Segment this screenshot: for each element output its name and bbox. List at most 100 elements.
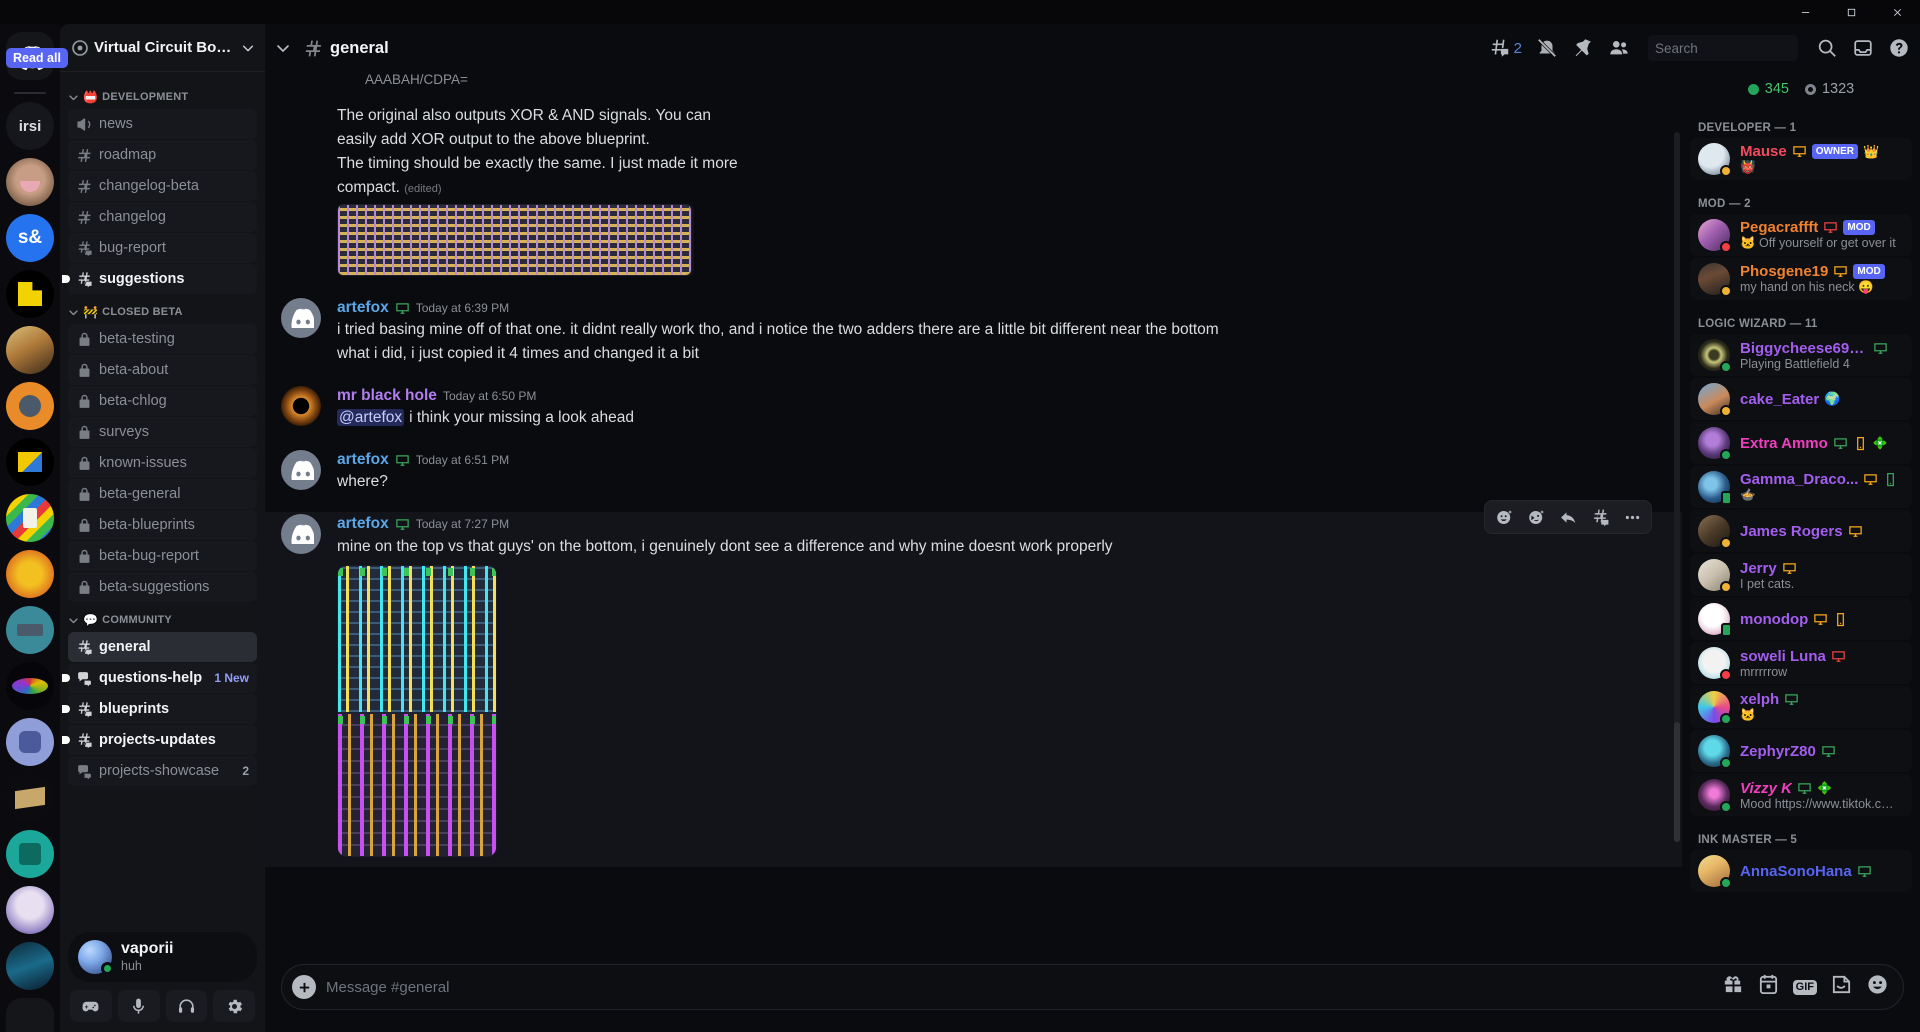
avatar[interactable] — [1698, 855, 1732, 889]
search-input[interactable]: Search — [1648, 35, 1798, 61]
member-row-Pegacraffft[interactable]: Pegacraffft MOD 🐱 Off yourself or get over… — [1690, 214, 1912, 256]
mention[interactable]: @artefox — [337, 409, 405, 427]
message-scrollbar[interactable] — [1674, 132, 1680, 842]
sticker-button[interactable] — [1830, 973, 1853, 1001]
sidebar-channel-beta-bug-report[interactable]: beta-bug-report — [68, 541, 257, 571]
message[interactable]: artefox Today at 6:51 PM where? — [265, 448, 1682, 496]
avatar[interactable] — [1698, 603, 1732, 637]
sidebar-channel-beta-general[interactable]: beta-general — [68, 479, 257, 509]
server-icon-python[interactable] — [6, 718, 54, 766]
user-settings-button[interactable] — [213, 990, 255, 1022]
apps-button[interactable] — [1757, 973, 1780, 1001]
avatar[interactable] — [1698, 263, 1732, 297]
attach-button[interactable] — [292, 975, 316, 999]
member-row-Jerry[interactable]: Jerry I pet cats. — [1690, 554, 1912, 596]
server-icon-smiling-face[interactable] — [6, 158, 54, 206]
chevron-down-icon[interactable] — [241, 41, 255, 55]
collapse-sidebar-chevron-icon[interactable] — [275, 40, 291, 56]
message[interactable]: mr black hole Today at 6:50 PM @artefox i t… — [265, 384, 1682, 432]
add-reaction-button[interactable] — [1489, 502, 1519, 532]
inbox-button[interactable] — [1852, 37, 1874, 59]
current-user-row[interactable]: vaporii huh — [68, 932, 257, 982]
sidebar-channel-beta-about[interactable]: beta-about — [68, 355, 257, 385]
sidebar-channel-known-issues[interactable]: known-issues — [68, 448, 257, 478]
message-author[interactable]: artefox — [337, 298, 389, 318]
sidebar-channel-changelog[interactable]: changelog — [68, 202, 257, 232]
server-icon-irsi[interactable]: irsi — [6, 102, 54, 150]
member-row-VizzyK[interactable]: Vizzy K 💠 Mood https://www.tiktok.com... — [1690, 774, 1912, 816]
sidebar-channel-beta-chlog[interactable]: beta-chlog — [68, 386, 257, 416]
channel-category-community[interactable]: 💬 COMMUNITY — [60, 603, 265, 631]
server-icon-s-and[interactable]: s& — [6, 214, 54, 262]
channel-category-development[interactable]: 📛 DEVELOPMENT — [60, 80, 265, 108]
avatar[interactable] — [1698, 735, 1732, 769]
sidebar-channel-changelog-beta[interactable]: changelog-beta — [68, 171, 257, 201]
member-row-JamesRogers[interactable]: James Rogers — [1690, 510, 1912, 552]
message-author[interactable]: artefox — [337, 450, 389, 470]
avatar[interactable] — [281, 514, 321, 555]
message-input[interactable]: Message #general — [326, 979, 1711, 996]
message-author[interactable]: mr black hole — [337, 386, 437, 406]
scrollbar-thumb[interactable] — [1674, 722, 1680, 842]
deafen-button[interactable] — [165, 990, 208, 1022]
server-icon-cat[interactable] — [6, 382, 54, 430]
sidebar-channel-suggestions[interactable]: suggestions — [62, 264, 257, 294]
super-reaction-button[interactable] — [1521, 502, 1551, 532]
avatar[interactable] — [281, 386, 321, 427]
pinned-messages-button[interactable] — [1572, 37, 1594, 59]
member-list-toggle-button[interactable] — [1608, 37, 1630, 59]
member-row-Phosgene19[interactable]: Phosgene19 MOD my hand on his neck 😛 — [1690, 258, 1912, 300]
sidebar-channel-blueprints[interactable]: blueprints — [62, 694, 257, 724]
server-icon-torus[interactable] — [6, 662, 54, 710]
more-options-button[interactable] — [1617, 502, 1647, 532]
server-icon-wave[interactable] — [6, 942, 54, 990]
message[interactable]: artefox Today at 6:39 PM i tried basing mi… — [265, 296, 1682, 368]
member-row-Gamma_Draco[interactable]: Gamma_Draco... 🍲 — [1690, 466, 1912, 508]
create-thread-button[interactable] — [1585, 502, 1615, 532]
sidebar-channel-general[interactable]: general — [68, 632, 257, 662]
notification-settings-button[interactable] — [1536, 37, 1558, 59]
reply-button[interactable] — [1553, 502, 1583, 532]
read-all-badge[interactable]: Read all — [6, 48, 68, 68]
server-icon-gun[interactable] — [6, 606, 54, 654]
member-row-Mause[interactable]: Mause OWNER 👑 👹 — [1690, 138, 1912, 180]
avatar[interactable] — [1698, 647, 1732, 681]
member-row-soweliLuna[interactable]: soweli Luna mrrrrrow — [1690, 642, 1912, 684]
member-row-ExtraAmmo[interactable]: Extra Ammo 💠 — [1690, 422, 1912, 464]
member-row-monodop[interactable]: monodop — [1690, 598, 1912, 640]
attached-image-circuit-blueprint[interactable] — [337, 564, 497, 857]
avatar[interactable] — [1698, 219, 1732, 253]
sidebar-channel-projects-showcase[interactable]: projects-showcase 2 — [68, 756, 257, 786]
threads-button[interactable]: 2 — [1489, 37, 1522, 59]
help-button[interactable] — [1888, 37, 1910, 59]
avatar[interactable] — [1698, 339, 1732, 373]
avatar[interactable] — [1698, 383, 1732, 417]
server-icon-box[interactable] — [6, 774, 54, 822]
window-maximize-button[interactable] — [1828, 0, 1874, 24]
server-icon-uno[interactable] — [6, 494, 54, 542]
avatar[interactable] — [78, 940, 114, 975]
gif-button[interactable]: GIF — [1792, 979, 1817, 995]
server-icon-food[interactable] — [6, 326, 54, 374]
avatar[interactable] — [1698, 143, 1732, 177]
server-icon-yellow-block[interactable] — [6, 270, 54, 318]
sidebar-channel-beta-suggestions[interactable]: beta-suggestions — [68, 572, 257, 602]
avatar[interactable] — [281, 450, 321, 491]
message-author[interactable]: artefox — [337, 514, 389, 534]
window-close-button[interactable] — [1874, 0, 1920, 24]
server-header[interactable]: Virtual Circuit Board — [60, 24, 265, 72]
sidebar-channel-questions-help[interactable]: questions-help 1 New — [62, 663, 257, 693]
member-row-cake_Eater[interactable]: cake_Eater 🌍 — [1690, 378, 1912, 420]
avatar[interactable] — [1698, 779, 1732, 813]
sidebar-channel-beta-blueprints[interactable]: beta-blueprints — [68, 510, 257, 540]
server-icon-last[interactable] — [6, 998, 54, 1032]
message[interactable]: artefox Today at 7:27 PM mine on the top v… — [265, 500, 1682, 867]
blueprint-thumbnail-wrapper[interactable] — [337, 204, 694, 276]
server-icon-teal[interactable] — [6, 830, 54, 878]
search-button[interactable] — [1816, 37, 1838, 59]
server-icon-cheese[interactable] — [6, 550, 54, 598]
avatar[interactable] — [281, 298, 321, 338]
member-row-AnnaSonoHana[interactable]: AnnaSonoHana — [1690, 850, 1912, 892]
gift-button[interactable] — [1721, 973, 1744, 1001]
member-row-Biggycheese69420[interactable]: Biggycheese69420 Playing Battlefield 4 — [1690, 334, 1912, 376]
